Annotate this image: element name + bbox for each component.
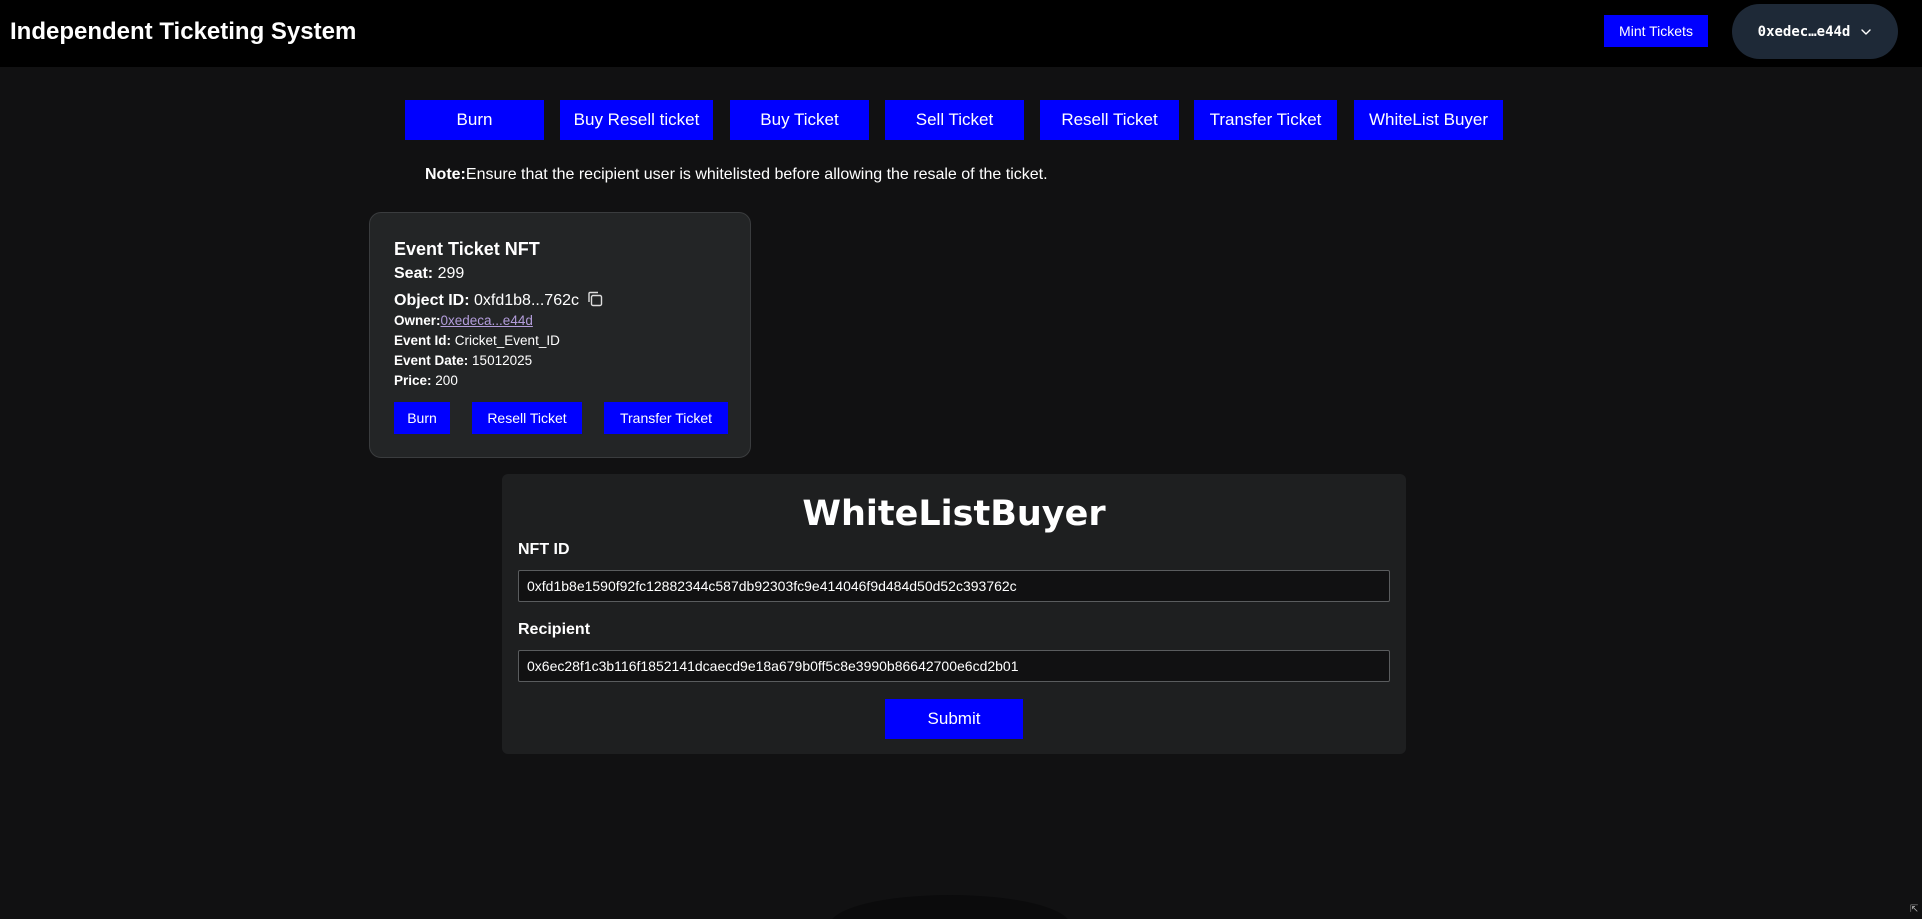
seat-row: Seat: 299 [394,265,464,283]
chevron-down-icon [1861,28,1872,35]
event-id-value: Cricket_Event_ID [454,333,560,348]
event-id-row: Event Id: Cricket_Event_ID [394,333,560,348]
top-header: Independent Ticketing System Mint Ticket… [0,0,1922,67]
owner-link[interactable]: 0xedeca...e44d [441,313,533,328]
nft-id-label: NFT ID [518,541,570,558]
card-burn-button[interactable]: Burn [394,402,450,434]
copy-icon[interactable] [586,290,604,308]
submit-button[interactable]: Submit [885,699,1023,739]
seat-value: 299 [437,265,465,282]
nav-buy-resell-ticket-button[interactable]: Buy Resell ticket [560,100,713,140]
nft-id-input[interactable] [518,570,1390,602]
mint-tickets-button[interactable]: Mint Tickets [1604,15,1708,47]
recipient-label: Recipient [518,621,591,638]
nav-whitelist-buyer-button[interactable]: WhiteList Buyer [1354,100,1503,140]
ticket-card: Event Ticket NFT Seat: 299 Object ID: 0x… [369,212,751,458]
event-id-label: Event Id: [394,333,452,348]
nav-sell-ticket-button[interactable]: Sell Ticket [885,100,1024,140]
object-id-row: Object ID: 0xfd1b8...762c [394,290,604,310]
app-title: Independent Ticketing System [10,18,357,45]
recipient-input[interactable] [518,650,1390,682]
owner-label: Owner: [394,313,441,328]
object-id-value: 0xfd1b8...762c [474,292,579,309]
seat-label: Seat: [394,265,434,282]
wallet-account-button[interactable]: 0xedec…e44d [1732,4,1898,59]
whitelist-buyer-form: WhiteListBuyer NFT ID Recipient Submit [502,474,1406,754]
nav-transfer-ticket-button[interactable]: Transfer Ticket [1194,100,1337,140]
price-label: Price: [394,373,432,388]
owner-row: Owner:0xedeca...e44d [394,313,533,328]
event-date-value: 15012025 [472,353,533,368]
nav-resell-ticket-button[interactable]: Resell Ticket [1040,100,1179,140]
price-value: 200 [435,373,458,388]
wallet-address-label: 0xedec…e44d [1757,23,1851,40]
event-date-label: Event Date: [394,353,469,368]
object-id-label: Object ID: [394,292,470,309]
form-title: WhiteListBuyer [802,494,1106,534]
app-root: Independent Ticketing System Mint Ticket… [0,0,1922,919]
card-resell-ticket-button[interactable]: Resell Ticket [472,402,582,434]
price-row: Price: 200 [394,373,458,388]
nav-buy-ticket-button[interactable]: Buy Ticket [730,100,869,140]
card-transfer-ticket-button[interactable]: Transfer Ticket [604,402,728,434]
note-text: Ensure that the recipient user is whitel… [465,166,1048,183]
nav-burn-button[interactable]: Burn [405,100,544,140]
note-prefix: Note: [425,166,466,183]
background-glow [830,895,1070,919]
card-title: Event Ticket NFT [394,239,540,259]
event-date-row: Event Date: 15012025 [394,353,532,368]
resize-handle-icon[interactable]: ⇱ [1910,904,1920,916]
resale-note: Note:Ensure that the recipient user is w… [425,166,1048,184]
